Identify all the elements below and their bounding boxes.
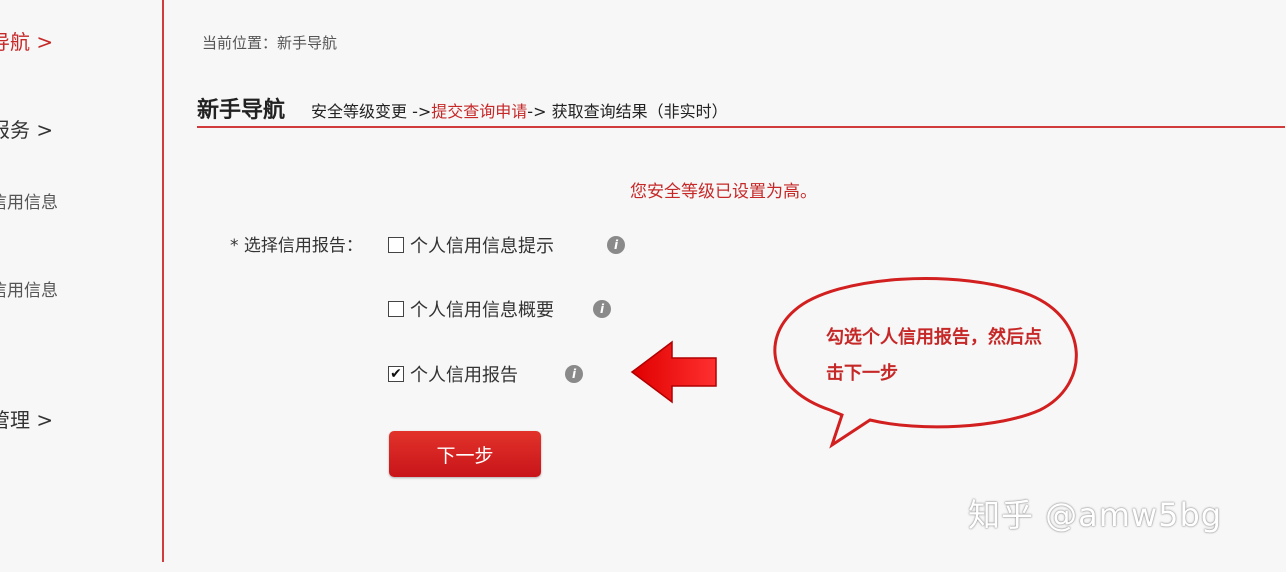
security-notice: 您安全等级已设置为高。 <box>630 182 817 202</box>
checkbox-credit-info-hint[interactable] <box>388 237 404 253</box>
arrow-left-icon <box>630 340 717 404</box>
report-select-label: * 选择信用报告： <box>230 236 363 256</box>
info-icon[interactable]: i <box>565 365 583 383</box>
option-label: 个人信用信息概要 <box>410 300 554 321</box>
step-security-level: 安全等级变更 -> <box>311 102 432 121</box>
watermark: 知乎 @amw5bg <box>968 496 1223 534</box>
sidebar-item-guide[interactable]: 导航 > <box>0 26 53 55</box>
sidebar-item-credit-info-2[interactable]: 信用信息 <box>0 276 58 301</box>
option-credit-info-hint[interactable]: 个人信用信息提示 <box>388 232 554 258</box>
sidebar-item-credit-info-1[interactable]: 信用信息 <box>0 188 58 213</box>
checkbox-credit-report[interactable]: ✔ <box>388 366 404 382</box>
option-label: 个人信用报告 <box>410 365 518 386</box>
breadcrumb: 当前位置：新手导航 <box>202 34 338 52</box>
checkbox-credit-info-summary[interactable] <box>388 301 404 317</box>
annotation-text: 勾选个人信用报告，然后点击下一步 <box>826 327 1042 384</box>
next-step-button[interactable]: 下一步 <box>389 431 541 477</box>
step-progress: 安全等级变更 ->提交查询申请-> 获取查询结果（非实时） <box>311 98 728 122</box>
step-submit-query: 提交查询申请 <box>431 102 528 121</box>
title-divider <box>197 126 1285 128</box>
step-get-result: -> 获取查询结果（非实时） <box>527 102 728 121</box>
sidebar: 导航 > 报务 > 信用信息 信用信息 管理 > <box>0 0 163 572</box>
option-label: 个人信用信息提示 <box>410 236 554 257</box>
option-credit-info-summary[interactable]: 个人信用信息概要 <box>388 296 554 322</box>
info-icon[interactable]: i <box>607 236 625 254</box>
info-icon[interactable]: i <box>593 300 611 318</box>
page-title: 新手导航 <box>197 98 286 123</box>
option-credit-report[interactable]: ✔ 个人信用报告 <box>388 361 518 387</box>
sidebar-divider <box>162 0 164 562</box>
sidebar-item-services[interactable]: 报务 > <box>0 114 53 143</box>
sidebar-item-management[interactable]: 管理 > <box>0 404 53 433</box>
